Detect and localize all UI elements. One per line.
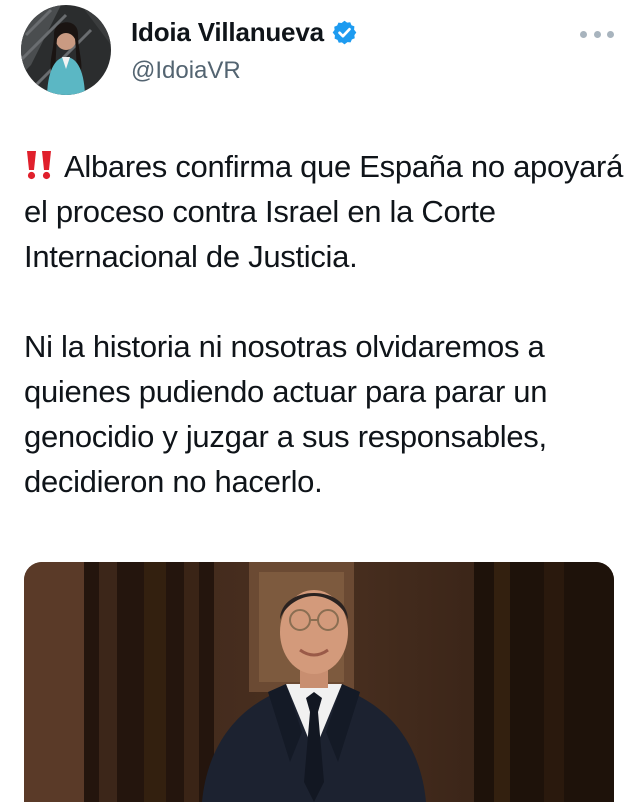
tweet-paragraph-2: Ni la historia ni nosotras olvidaremos a… [24,329,548,499]
tweet-paragraph-1: Albares confirma que España no apoyará e… [24,144,624,279]
tweet-paragraph-1-text: Albares confirma que España no apoyará e… [24,149,624,274]
tweet-media-photo[interactable] [24,562,614,802]
more-options-icon[interactable] [580,25,614,43]
avatar[interactable] [21,5,111,95]
verified-badge-icon [332,20,357,44]
avatar-photo [21,5,111,95]
double-exclamation-icon [27,151,51,180]
author-handle[interactable]: @IdoiaVR [131,54,241,88]
tweet-text: Albares confirma que España no apoyará e… [24,144,624,504]
portrait-photo [24,562,614,802]
author-display-name[interactable]: Idoia Villanueva [131,14,324,50]
